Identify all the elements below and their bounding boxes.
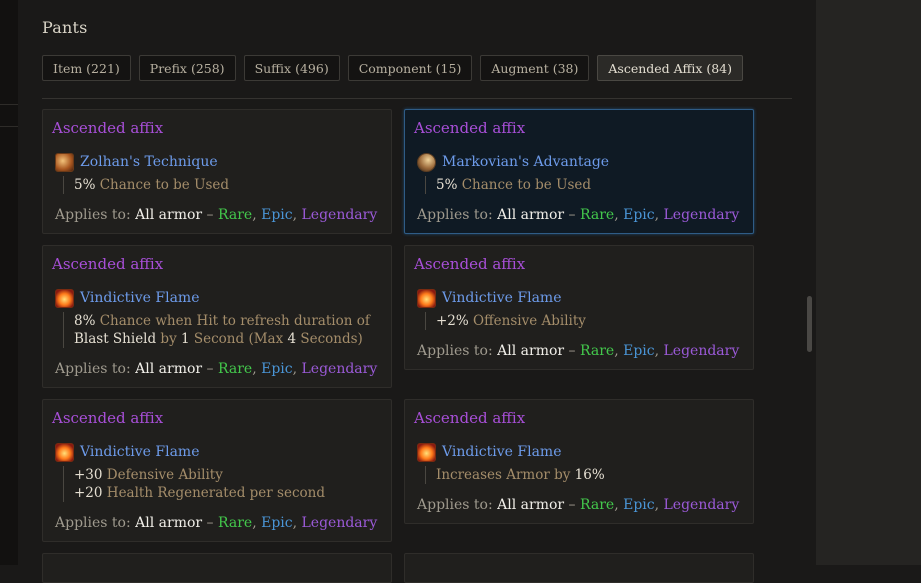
applies-to: Applies to: All armor – Rare, Epic, Lege…	[55, 515, 378, 531]
scrollbar-thumb[interactable]	[807, 296, 812, 352]
stat-line: +20 Health Regenerated per second	[74, 485, 325, 501]
card-title: Ascended affix	[414, 409, 526, 427]
affix-card[interactable]	[42, 553, 392, 583]
affix-stats: 8% Chance when Hit to refresh duration o…	[63, 312, 370, 348]
affix-card[interactable]: Ascended affix Vindictive Flame 8% Chanc…	[42, 245, 392, 388]
stat-line: 5% Chance to be Used	[436, 177, 592, 193]
affix-name: Vindictive Flame	[442, 290, 562, 306]
tab-ascended-affix[interactable]: Ascended Affix (84)	[597, 55, 744, 81]
page-title: Pants	[42, 18, 88, 37]
flame-icon	[417, 442, 436, 462]
stat-line: Blast Shield by 1 Second (Max 4 Seconds)	[74, 331, 363, 347]
affix-stats: Increases Armor by 16%	[425, 466, 605, 484]
applies-to: Applies to: All armor – Rare, Epic, Lege…	[55, 207, 378, 223]
affix-card[interactable]: Ascended affix Zolhan's Technique 5% Cha…	[42, 109, 392, 234]
applies-to: Applies to: All armor – Rare, Epic, Lege…	[417, 343, 740, 359]
stat-line: +2% Offensive Ability	[436, 313, 586, 329]
right-gutter	[816, 0, 921, 565]
applies-to: Applies to: All armor – Rare, Epic, Lege…	[417, 207, 740, 223]
affix-card[interactable]: Ascended affix Vindictive Flame Increase…	[404, 399, 754, 524]
affix-name: Markovian's Advantage	[442, 154, 610, 170]
card-title: Ascended affix	[52, 119, 164, 137]
left-divider	[0, 126, 18, 127]
tab-divider	[42, 98, 792, 99]
affix-line: Markovian's Advantage	[417, 152, 610, 172]
affix-card[interactable]: Ascended affix Vindictive Flame +2% Offe…	[404, 245, 754, 370]
tab-augment[interactable]: Augment (38)	[480, 55, 590, 81]
applies-to: Applies to: All armor – Rare, Epic, Lege…	[55, 361, 378, 377]
affix-card[interactable]	[404, 553, 754, 583]
affix-line: Vindictive Flame	[417, 442, 562, 462]
affix-stats: +2% Offensive Ability	[425, 312, 586, 330]
flame-icon	[417, 288, 436, 308]
affix-stats: +30 Defensive Ability +20 Health Regener…	[63, 466, 325, 502]
scroll-icon	[55, 152, 74, 172]
affix-card-selected[interactable]: Ascended affix Markovian's Advantage 5% …	[404, 109, 754, 234]
flame-icon	[55, 288, 74, 308]
affix-name: Vindictive Flame	[442, 444, 562, 460]
tab-prefix[interactable]: Prefix (258)	[138, 55, 236, 81]
tab-bar: Item (221) Prefix (258) Suffix (496) Com…	[42, 55, 744, 83]
affix-line: Vindictive Flame	[417, 288, 562, 308]
left-divider	[0, 104, 18, 105]
card-title: Ascended affix	[52, 255, 164, 273]
affix-card[interactable]: Ascended affix Vindictive Flame +30 Defe…	[42, 399, 392, 542]
stat-line: 8% Chance when Hit to refresh duration o…	[74, 313, 370, 329]
card-title: Ascended affix	[414, 119, 526, 137]
left-strip	[0, 0, 18, 565]
applies-to: Applies to: All armor – Rare, Epic, Lege…	[417, 497, 740, 513]
affix-line: Vindictive Flame	[55, 288, 200, 308]
affix-name: Vindictive Flame	[80, 290, 200, 306]
affix-line: Zolhan's Technique	[55, 152, 218, 172]
affix-stats: 5% Chance to be Used	[425, 176, 591, 194]
affix-name: Zolhan's Technique	[80, 154, 218, 170]
affix-name: Vindictive Flame	[80, 444, 200, 460]
card-title: Ascended affix	[414, 255, 526, 273]
affix-stats: 5% Chance to be Used	[63, 176, 229, 194]
tab-component[interactable]: Component (15)	[347, 55, 473, 81]
stat-line: Increases Armor by 16%	[436, 467, 605, 483]
stat-line: 5% Chance to be Used	[74, 177, 230, 193]
tab-item[interactable]: Item (221)	[42, 55, 131, 81]
stat-line: +30 Defensive Ability	[74, 467, 223, 483]
affix-line: Vindictive Flame	[55, 442, 200, 462]
card-title: Ascended affix	[52, 409, 164, 427]
tab-suffix[interactable]: Suffix (496)	[243, 55, 340, 81]
flame-icon	[55, 442, 74, 462]
wing-icon	[417, 152, 436, 172]
